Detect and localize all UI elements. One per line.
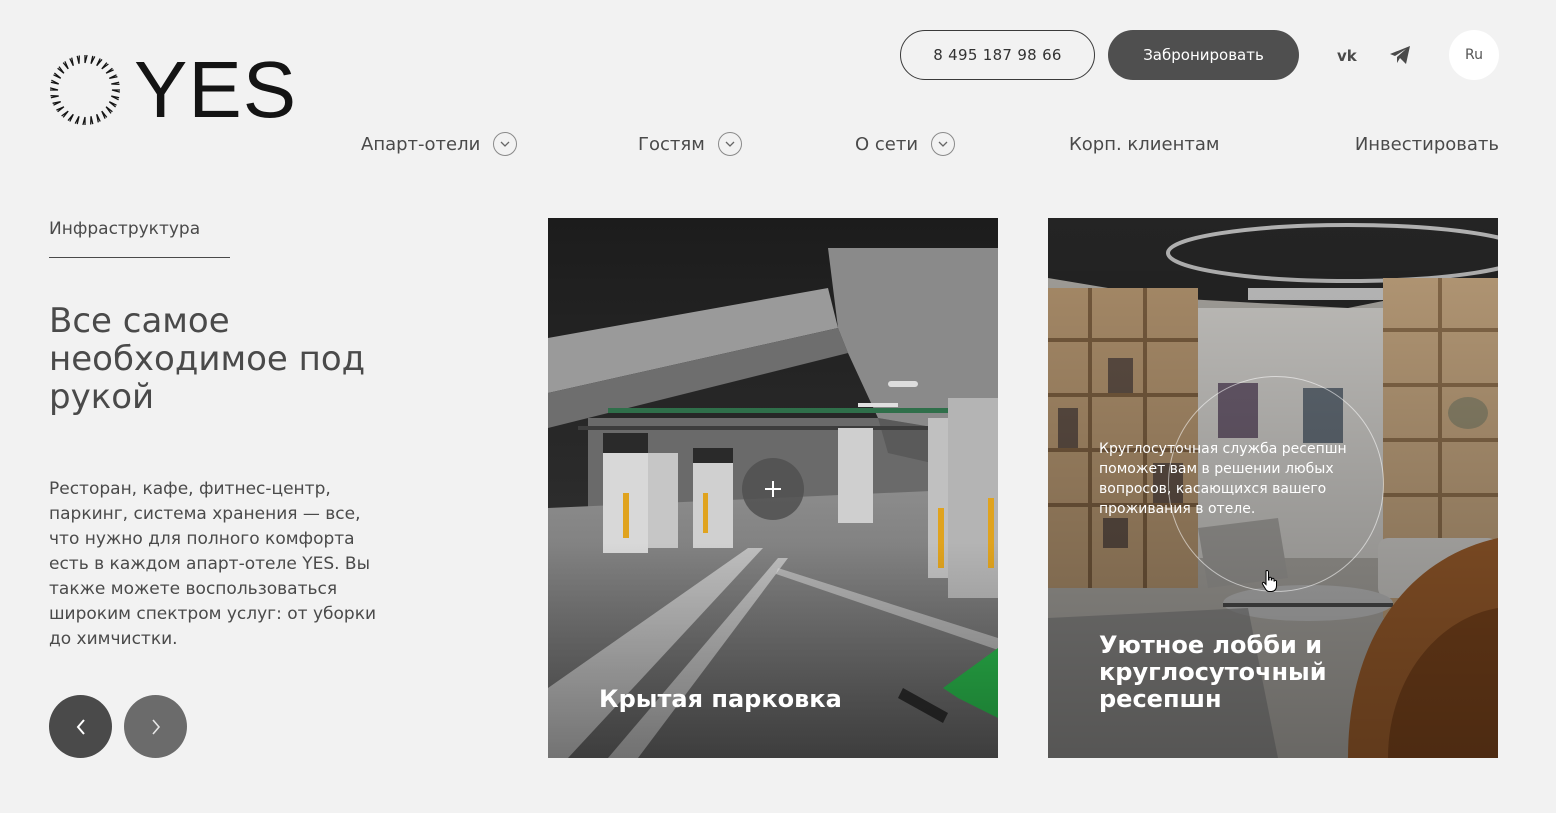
next-slide-button[interactable]: [124, 695, 187, 758]
language-button[interactable]: Ru: [1449, 30, 1499, 80]
nav-item-about[interactable]: О сети: [855, 130, 956, 158]
chevron-down-icon: [493, 132, 518, 156]
book-button[interactable]: Забронировать: [1108, 30, 1299, 80]
hand-cursor-icon: [1261, 569, 1277, 592]
nav-item-guests[interactable]: Гостям: [638, 130, 742, 158]
chevron-left-icon: [76, 718, 85, 735]
vk-icon[interactable]: vk: [1333, 40, 1363, 70]
logo-text: YES: [134, 45, 298, 134]
section-label: Инфраструктура: [49, 219, 230, 258]
card-parking[interactable]: Крытая парковка: [548, 218, 998, 758]
prev-slide-button[interactable]: [49, 695, 112, 758]
top-actions: 8 495 187 98 66 Забронировать vk Ru: [900, 30, 1499, 80]
nav-item-label: О сети: [855, 133, 919, 155]
nav-item-label: Инвестировать: [1354, 133, 1499, 155]
telegram-icon[interactable]: [1385, 40, 1415, 70]
phone-button[interactable]: 8 495 187 98 66: [900, 30, 1095, 80]
plus-icon: [765, 481, 781, 497]
chevron-right-icon: [151, 718, 160, 735]
logo[interactable]: YES: [48, 45, 303, 134]
chevron-down-icon: [717, 132, 742, 156]
nav-item-label: Апарт-отели: [361, 133, 481, 155]
card-title: Уютное лобби и круглосуточный ресепшн: [1099, 631, 1327, 713]
sunburst-ring-icon: [49, 54, 121, 126]
card-title: Крытая парковка: [599, 685, 842, 713]
main-nav: Апарт-отели Гостям О сети Корп. клиентам…: [361, 130, 1499, 158]
card-lobby[interactable]: Круглосуточная служба ресепшн поможет ва…: [1048, 218, 1498, 758]
section-description: Ресторан, кафе, фитнес-центр, паркинг, с…: [49, 479, 377, 649]
expand-button[interactable]: [742, 458, 804, 520]
card-info-text: Круглосуточная служба ресепшн поможет ва…: [1099, 441, 1347, 517]
svg-text:vk: vk: [1337, 48, 1358, 62]
nav-item-corporate[interactable]: Корп. клиентам: [1069, 130, 1219, 158]
nav-item-label: Гостям: [638, 133, 705, 155]
chevron-down-icon: [931, 132, 956, 156]
nav-item-apart-hotels[interactable]: Апарт-отели: [361, 130, 518, 158]
nav-item-invest[interactable]: Инвестировать: [1355, 130, 1499, 158]
nav-item-label: Корп. клиентам: [1069, 133, 1220, 155]
section-heading: Все самое необходимое под рукой: [49, 301, 366, 417]
